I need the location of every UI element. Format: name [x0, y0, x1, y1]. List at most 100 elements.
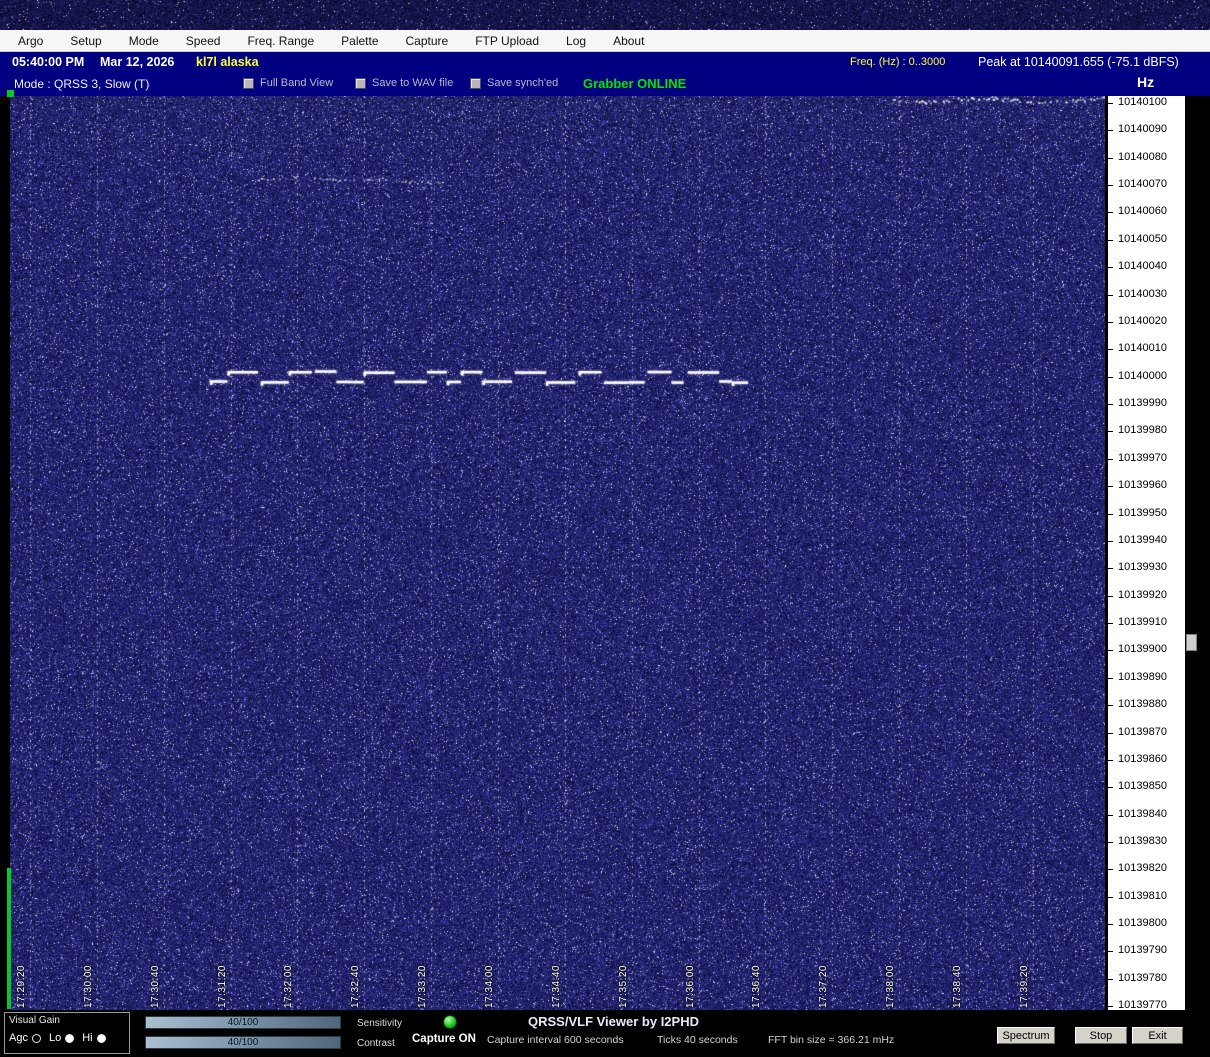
freq-scale-label: 10140000: [1118, 370, 1167, 384]
sensitivity-slider[interactable]: 40/100: [145, 1016, 341, 1029]
freq-scale-label: 10139980: [1118, 424, 1167, 438]
callsign: kl7l alaska: [196, 55, 259, 69]
status-bar: 05:40:00 PM Mar 12, 2026 kl7l alaska Fre…: [0, 52, 1210, 73]
contrast-slider[interactable]: 40/100: [145, 1036, 341, 1049]
freq-scale-label: 10139940: [1118, 534, 1167, 548]
time-label: 17:32:40: [350, 965, 361, 1008]
freq-scale-label: 10139810: [1118, 890, 1167, 904]
stop-button[interactable]: Stop: [1075, 1027, 1127, 1044]
menu-item-capture[interactable]: Capture: [406, 34, 449, 48]
freq-tick: [1108, 103, 1113, 104]
time-label: 17:37:20: [818, 965, 829, 1008]
freq-tick: [1108, 1006, 1113, 1007]
gain-radio-agc[interactable]: Agc: [9, 1032, 41, 1044]
freq-scale-label: 10139890: [1118, 671, 1167, 685]
menu-item-log[interactable]: Log: [566, 34, 586, 48]
freq-tick: [1108, 596, 1113, 597]
gain-radio-label: Lo: [49, 1032, 61, 1044]
freq-tick: [1108, 267, 1113, 268]
ticks-label: Ticks 40 seconds: [657, 1034, 738, 1046]
freq-tick: [1108, 924, 1113, 925]
radio-dot[interactable]: [65, 1034, 74, 1043]
freq-tick: [1108, 760, 1113, 761]
checkbox-label: Save to WAV file: [372, 77, 453, 89]
freq-tick: [1108, 459, 1113, 460]
exit-button[interactable]: Exit: [1132, 1027, 1183, 1044]
freq-tick: [1108, 295, 1113, 296]
visual-gain-label: Visual Gain: [9, 1015, 125, 1026]
time-label: 17:38:00: [885, 965, 896, 1008]
peak-readout: Peak at 10140091.655 (-75.1 dBFS): [978, 55, 1179, 69]
freq-scale-label: 10140030: [1118, 288, 1167, 302]
freq-scale-label: 10139790: [1118, 944, 1167, 958]
freq-scale-label: 10139830: [1118, 835, 1167, 849]
menu-item-argo[interactable]: Argo: [18, 34, 43, 48]
grabber-status: Grabber ONLINE: [583, 76, 686, 91]
contrast-value: 40/100: [228, 1037, 259, 1048]
freq-tick: [1108, 733, 1113, 734]
checkbox-full-band-view[interactable]: [243, 78, 254, 89]
gain-radio-lo[interactable]: Lo: [49, 1032, 74, 1044]
menu-item-mode[interactable]: Mode: [129, 34, 159, 48]
menu-item-setup[interactable]: Setup: [70, 34, 101, 48]
freq-scale-label: 10140090: [1118, 123, 1167, 137]
freq-tick: [1108, 979, 1113, 980]
freq-tick: [1108, 514, 1113, 515]
checkbox-group-save-to-wav-file: Save to WAV file: [355, 77, 453, 89]
freq-scale-label: 10139910: [1118, 616, 1167, 630]
freq-tick: [1108, 623, 1113, 624]
radio-dot[interactable]: [32, 1034, 41, 1043]
freq-tick: [1108, 897, 1113, 898]
menu-item-about[interactable]: About: [613, 34, 644, 48]
gain-radio-label: Agc: [9, 1032, 28, 1044]
freq-scale-label: 10140070: [1118, 178, 1167, 192]
freq-scale-label: 10140100: [1118, 96, 1167, 110]
time-label: 17:38:40: [952, 965, 963, 1008]
clock: 05:40:00 PM: [12, 55, 84, 69]
freq-tick: [1108, 815, 1113, 816]
time-label: 17:34:40: [551, 965, 562, 1008]
menu-item-ftp-upload[interactable]: FTP Upload: [475, 34, 539, 48]
fft-bin-label: FFT bin size = 366.21 mHz: [768, 1034, 894, 1046]
freq-scale-label: 10139800: [1118, 917, 1167, 931]
date: Mar 12, 2026: [100, 55, 174, 69]
freq-tick: [1108, 705, 1113, 706]
freq-tick: [1108, 678, 1113, 679]
freq-tick: [1108, 486, 1113, 487]
time-label: 17:35:20: [618, 965, 629, 1008]
time-label: 17:31:20: [217, 965, 228, 1008]
freq-scale-label: 10139970: [1118, 452, 1167, 466]
checkbox-group-full-band-view: Full Band View: [243, 77, 333, 89]
freq-scale-label: 10140040: [1118, 260, 1167, 274]
spectrum-button[interactable]: Spectrum: [997, 1027, 1055, 1044]
freq-tick: [1108, 541, 1113, 542]
freq-scale-label: 10139860: [1118, 753, 1167, 767]
time-label: 17:33:20: [417, 965, 428, 1008]
checkbox-save-to-wav-file[interactable]: [355, 78, 366, 89]
menu-item-palette[interactable]: Palette: [341, 34, 378, 48]
menu-item-freq-range[interactable]: Freq. Range: [247, 34, 314, 48]
time-label: 17:30:00: [83, 965, 94, 1008]
capture-progress-bar: [7, 868, 11, 1009]
menu-item-speed[interactable]: Speed: [186, 34, 221, 48]
freq-scale-label: 10139840: [1118, 808, 1167, 822]
checkbox-save-synch-ed[interactable]: [470, 78, 481, 89]
control-bar: Visual Gain Agc Lo Hi 40/100 40/100 Sensit…: [0, 1010, 1210, 1057]
freq-tick: [1108, 951, 1113, 952]
scrollbar-thumb[interactable]: [1186, 634, 1197, 651]
radio-dot[interactable]: [97, 1034, 106, 1043]
background-noise-strip: [0, 0, 1210, 30]
freq-tick: [1108, 431, 1113, 432]
freq-scale-label: 10140020: [1118, 315, 1167, 329]
gain-radio-hi[interactable]: Hi: [82, 1032, 105, 1044]
freq-scale-label: 10140060: [1118, 205, 1167, 219]
sensitivity-label: Sensitivity: [357, 1018, 402, 1029]
freq-tick: [1108, 240, 1113, 241]
freq-scale-label: 10139870: [1118, 726, 1167, 740]
time-label: 17:39:20: [1019, 965, 1030, 1008]
freq-scale-label: 10139850: [1118, 780, 1167, 794]
checkbox-group-save-synch-ed: Save synch'ed: [470, 77, 558, 89]
waterfall-canvas: [10, 96, 1105, 1010]
time-label: 17:30:40: [150, 965, 161, 1008]
freq-tick: [1108, 842, 1113, 843]
